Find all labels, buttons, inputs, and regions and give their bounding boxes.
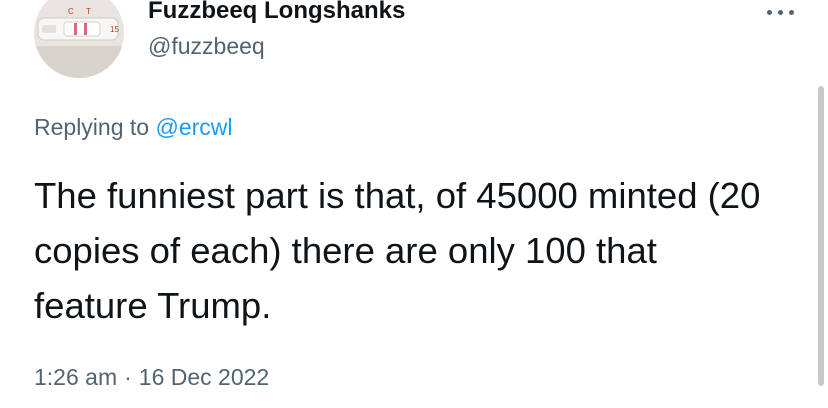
tweet-time-link[interactable]: 1:26 am — [34, 364, 117, 390]
tweet-date-link[interactable]: 16 Dec 2022 — [139, 364, 269, 390]
tweet-text: The funniest part is that, of 45000 mint… — [34, 175, 761, 326]
replying-to-label: Replying to — [34, 114, 150, 140]
replying-to-line: Replying to @ercwl — [34, 112, 233, 142]
tweet: C T 15 Fuzzbeeq Longshanks @fuzzbeeq Rep… — [0, 0, 828, 408]
timestamp-separator: · — [124, 364, 132, 390]
avatar-c-label: C — [68, 7, 74, 16]
author-handle[interactable]: @fuzzbeeq — [148, 31, 265, 61]
reply-target-link[interactable]: @ercwl — [155, 114, 232, 140]
scrollbar[interactable] — [818, 86, 824, 386]
more-options-button[interactable] — [764, 0, 798, 26]
avatar-number: 15 — [110, 25, 119, 34]
author-display-name[interactable]: Fuzzbeeq Longshanks — [148, 0, 405, 27]
avatar-image: C T 15 — [34, 0, 124, 78]
tweet-timestamp: 1:26 am · 16 Dec 2022 — [34, 362, 269, 392]
avatar[interactable]: C T 15 — [34, 0, 124, 78]
avatar-t-label: T — [86, 7, 91, 16]
